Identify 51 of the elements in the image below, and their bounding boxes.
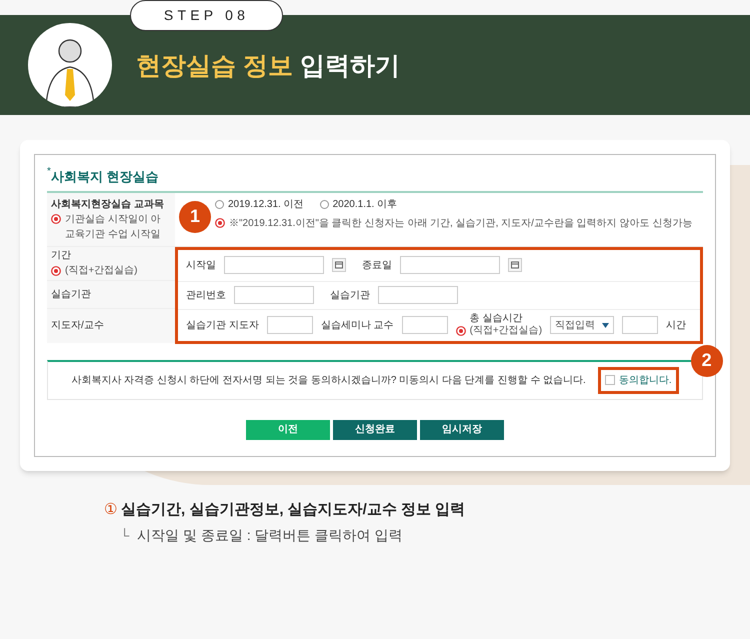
field-label: 관리번호: [186, 288, 226, 302]
field-label: 종료일: [362, 258, 392, 272]
instruction-heading: 실습기간, 실습기관정보, 실습지도자/교수 정보 입력: [121, 500, 466, 520]
field-label: 시작일: [186, 258, 216, 272]
input-field[interactable]: [224, 256, 324, 274]
radio-button[interactable]: [215, 200, 224, 208]
input-field[interactable]: [622, 316, 658, 334]
note-text: ※"2019.12.31.이전"을 클릭한 신청자는 아래 기간, 실습기관, 지도자/교수란을 입력하지 않아도 신청가능: [229, 216, 692, 230]
step-pill: STEP 08: [130, 0, 283, 31]
input-field[interactable]: [400, 256, 500, 274]
form-button[interactable]: 신청완료: [333, 420, 417, 440]
input-field[interactable]: [378, 286, 458, 304]
callout-badge: 2: [690, 344, 723, 376]
callout-badge: 1: [179, 200, 211, 232]
page-title: 현장실습 정보 입력하기: [136, 51, 400, 82]
required-icon: [51, 266, 61, 276]
required-icon: [51, 214, 61, 224]
section-title: 사회복지 현장실습: [50, 169, 159, 186]
required-icon: [215, 218, 225, 228]
field-label: 총 실습시간: [468, 312, 522, 325]
field-label: 실습세미나 교수: [320, 318, 394, 332]
row-label: 실습기관: [51, 288, 91, 302]
row-label: 사회복지현장실습 교과목: [51, 198, 165, 212]
field-note: (직접+간접실습): [470, 325, 542, 338]
form-button[interactable]: 임시저장: [420, 420, 504, 440]
agree-checkbox[interactable]: 동의합니다.: [598, 366, 679, 394]
field-label: 시간: [666, 318, 686, 332]
input-field[interactable]: [266, 316, 313, 334]
field-label: 실습기관: [330, 288, 370, 302]
caret-icon: [602, 322, 610, 328]
checkbox[interactable]: [604, 375, 615, 385]
row-label: 지도자/교수: [51, 319, 104, 333]
row-note: (직접+간접실습): [65, 264, 138, 278]
agreement-text: 사회복지사 자격증 신청시 하단에 전자서명 되는 것을 동의하시겠습니까? 미동의시 다음 단계를 진행할 수 없습니다.: [71, 374, 586, 388]
field-label: 실습기관 지도자: [186, 318, 259, 332]
required-mark: *: [47, 167, 51, 177]
row-note: 기관실습 시작일이 아: [65, 212, 161, 226]
radio-button[interactable]: [320, 200, 329, 208]
instruction-detail: 시작일 및 종료일 : 달력버튼 클릭하여 입력: [137, 526, 402, 545]
row-note: 교육기관 수업 시작일: [64, 228, 162, 242]
select-field[interactable]: 직접입력: [550, 316, 614, 334]
step-number: ①: [104, 500, 117, 520]
calendar-icon[interactable]: [332, 258, 346, 272]
row-label: 기간: [51, 249, 72, 263]
input-field[interactable]: [234, 286, 314, 304]
radio-option[interactable]: 2020.1.1. 이후: [320, 196, 398, 212]
sub-marker: └: [120, 526, 130, 545]
radio-option[interactable]: 2019.12.31. 이전: [215, 196, 304, 212]
calendar-icon[interactable]: [508, 258, 522, 272]
input-field[interactable]: [402, 316, 448, 334]
required-icon: [456, 326, 466, 336]
